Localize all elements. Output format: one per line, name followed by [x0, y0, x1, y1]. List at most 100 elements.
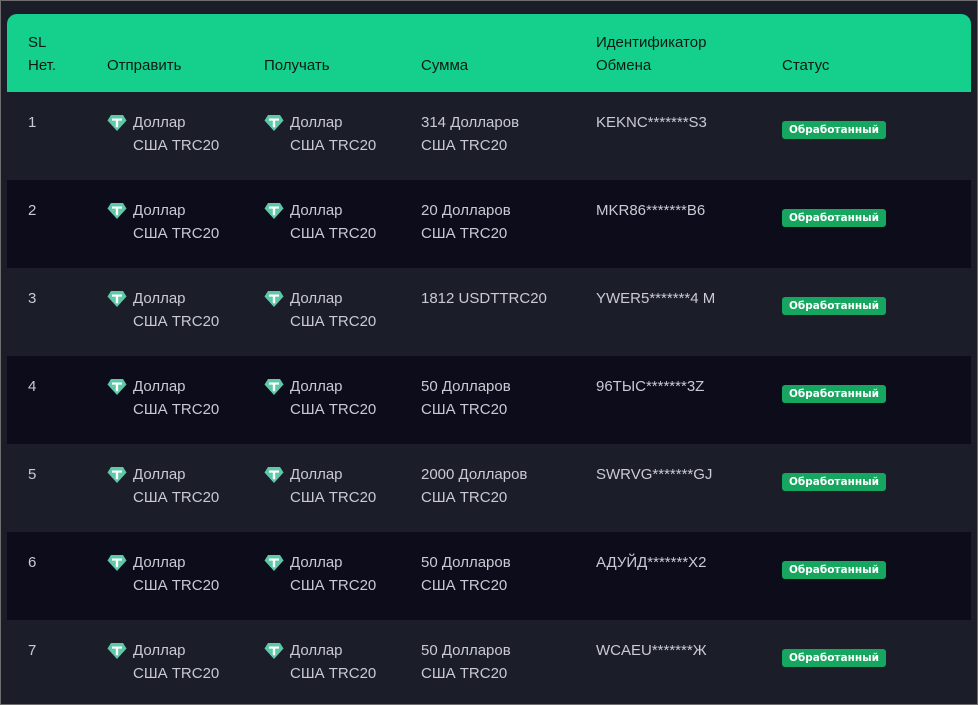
receive-currency: Доллар США TRC20 — [264, 375, 376, 421]
receive-currency-line1: Доллар — [290, 554, 343, 571]
status-cell: Обработанный — [782, 117, 886, 140]
status-cell: Обработанный — [782, 557, 886, 580]
table-body: 1 Доллар США TRC20 Доллар США TRC20 314 … — [7, 92, 971, 704]
receive-currency: Доллар США TRC20 — [264, 639, 376, 685]
receive-currency: Доллар США TRC20 — [264, 551, 376, 597]
receive-currency-line1: Доллар — [290, 466, 343, 483]
header-exchange-id-line2: Обмена — [596, 57, 652, 74]
send-currency: Доллар США TRC20 — [107, 287, 219, 333]
table-row: 6 Доллар США TRC20 Доллар США TRC20 50 Д… — [7, 532, 971, 620]
send-currency-line1: Доллар — [133, 466, 186, 483]
exchange-history-table: SL Нет. Отправить Получать Сумма Идентиф… — [7, 14, 971, 704]
exchange-id: KEKNC*******S3 — [596, 114, 707, 131]
receive-currency-line1: Доллар — [290, 202, 343, 219]
table-row: 2 Доллар США TRC20 Доллар США TRC20 20 Д… — [7, 180, 971, 268]
amount: 50 Долларов США TRC20 — [421, 375, 511, 421]
amount-line2: США TRC20 — [421, 401, 508, 418]
amount: 314 Долларов США TRC20 — [421, 111, 519, 157]
row-sl: 4 — [28, 378, 37, 395]
exchange-id: АДУЙД*******X2 — [596, 554, 707, 571]
amount-line2: США TRC20 — [421, 489, 508, 506]
receive-currency-line2: США TRC20 — [290, 577, 377, 594]
send-currency: Доллар США TRC20 — [107, 551, 219, 597]
header-sl-line2: Нет. — [28, 57, 57, 74]
send-currency-line1: Доллар — [133, 642, 186, 659]
tether-icon — [264, 291, 284, 307]
table-row: 3 Доллар США TRC20 Доллар США TRC20 1812… — [7, 268, 971, 356]
tether-icon — [107, 291, 127, 307]
status-badge: Обработанный — [782, 473, 886, 491]
amount-line1: 1812 USDTTRC20 — [421, 290, 547, 307]
send-currency-line1: Доллар — [133, 378, 186, 395]
amount-line2: США TRC20 — [421, 225, 508, 242]
exchange-id: YWER5*******4 M — [596, 290, 716, 307]
amount-line1: 2000 Долларов — [421, 466, 528, 483]
status-cell: Обработанный — [782, 205, 886, 228]
send-currency-line1: Доллар — [133, 202, 186, 219]
row-sl: 1 — [28, 114, 37, 131]
row-sl: 2 — [28, 202, 37, 219]
amount-line2: США TRC20 — [421, 137, 508, 154]
send-currency-line1: Доллар — [133, 554, 186, 571]
receive-currency-line1: Доллар — [290, 642, 343, 659]
send-currency: Доллар США TRC20 — [107, 463, 219, 509]
row-sl: 5 — [28, 466, 37, 483]
row-sl: 3 — [28, 290, 37, 307]
status-badge: Обработанный — [782, 385, 886, 403]
receive-currency: Доллар США TRC20 — [264, 111, 376, 157]
send-currency: Доллар США TRC20 — [107, 111, 219, 157]
amount: 50 Долларов США TRC20 — [421, 551, 511, 597]
header-sl: SL Нет. — [28, 31, 56, 77]
header-amount: Сумма — [421, 57, 469, 74]
send-currency: Доллар США TRC20 — [107, 375, 219, 421]
receive-currency-line1: Доллар — [290, 290, 343, 307]
receive-currency: Доллар США TRC20 — [264, 463, 376, 509]
status-badge: Обработанный — [782, 121, 886, 139]
amount-line1: 314 Долларов — [421, 114, 520, 131]
status-cell: Обработанный — [782, 469, 886, 492]
tether-icon — [107, 555, 127, 571]
amount-line1: 50 Долларов — [421, 554, 511, 571]
table-row: 4 Доллар США TRC20 Доллар США TRC20 50 Д… — [7, 356, 971, 444]
send-currency-line2: США TRC20 — [133, 401, 220, 418]
send-currency: Доллар США TRC20 — [107, 199, 219, 245]
header-sl-line1: SL — [28, 34, 47, 51]
receive-currency-line1: Доллар — [290, 378, 343, 395]
send-currency-line1: Доллар — [133, 114, 186, 131]
send-currency-line2: США TRC20 — [133, 577, 220, 594]
amount-line1: 50 Долларов — [421, 378, 511, 395]
status-badge: Обработанный — [782, 209, 886, 227]
receive-currency-line1: Доллар — [290, 114, 343, 131]
amount: 1812 USDTTRC20 — [421, 287, 547, 310]
header-send: Отправить — [107, 57, 182, 74]
receive-currency-line2: США TRC20 — [290, 401, 377, 418]
receive-currency-line2: США TRC20 — [290, 489, 377, 506]
tether-icon — [107, 379, 127, 395]
status-cell: Обработанный — [782, 645, 886, 668]
status-badge: Обработанный — [782, 561, 886, 579]
exchange-id: 96ТЫС*******3Z — [596, 378, 705, 395]
tether-icon — [264, 555, 284, 571]
exchange-id: SWRVG*******GJ — [596, 466, 713, 483]
header-status: Статус — [782, 57, 830, 74]
receive-currency: Доллар США TRC20 — [264, 199, 376, 245]
send-currency-line2: США TRC20 — [133, 489, 220, 506]
header-receive: Получать — [264, 57, 330, 74]
tether-icon — [264, 115, 284, 131]
tether-icon — [107, 115, 127, 131]
receive-currency-line2: США TRC20 — [290, 665, 377, 682]
status-cell: Обработанный — [782, 381, 886, 404]
amount-line2: США TRC20 — [421, 577, 508, 594]
table-row: 1 Доллар США TRC20 Доллар США TRC20 314 … — [7, 92, 971, 180]
amount: 50 Долларов США TRC20 — [421, 639, 511, 685]
amount: 20 Долларов США TRC20 — [421, 199, 511, 245]
amount-line1: 50 Долларов — [421, 642, 511, 659]
amount: 2000 Долларов США TRC20 — [421, 463, 527, 509]
header-exchange-id: Идентификатор Обмена — [596, 31, 706, 77]
header-exchange-id-line1: Идентификатор — [596, 34, 707, 51]
exchange-id: WCAEU*******Ж — [596, 642, 707, 659]
tether-icon — [264, 643, 284, 659]
row-sl: 7 — [28, 642, 37, 659]
send-currency: Доллар США TRC20 — [107, 639, 219, 685]
amount-line2: США TRC20 — [421, 665, 508, 682]
